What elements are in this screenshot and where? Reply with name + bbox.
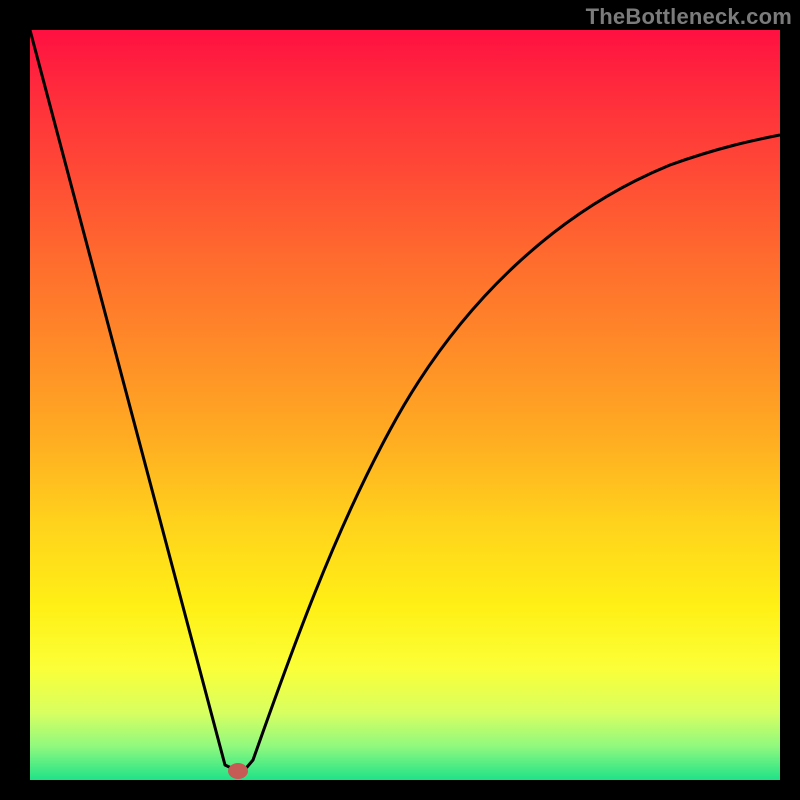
chart-stage: TheBottleneck.com [0,0,800,800]
bottleneck-curve [30,30,780,773]
attribution-label: TheBottleneck.com [586,4,792,30]
plot-area [30,30,780,780]
min-marker-dot [228,763,248,779]
chart-canvas [30,30,780,780]
